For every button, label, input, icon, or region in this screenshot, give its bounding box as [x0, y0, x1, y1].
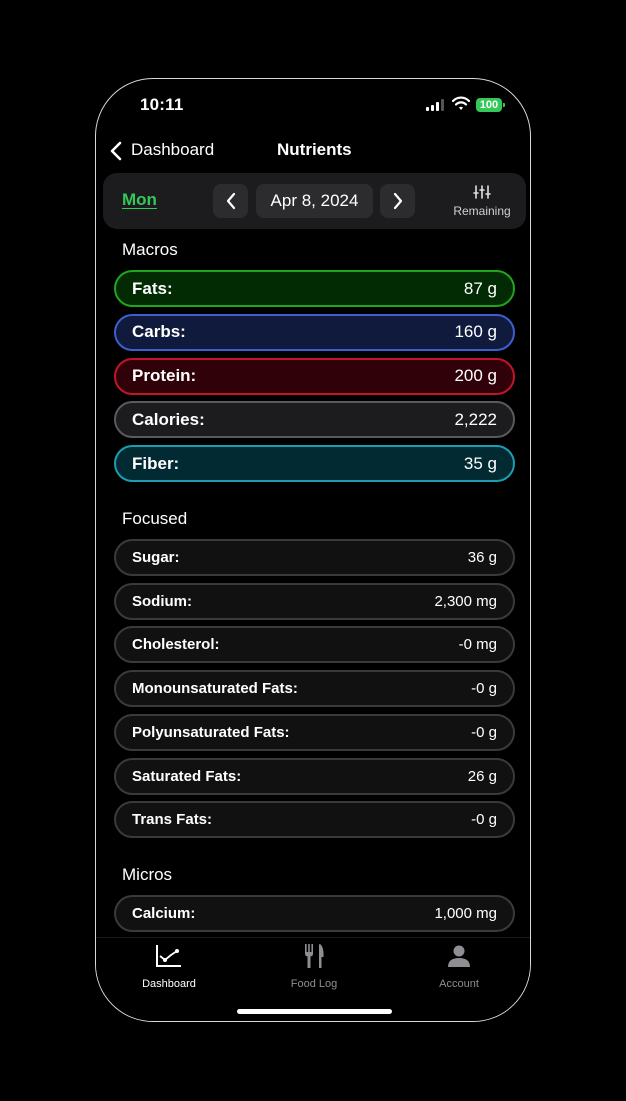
nutrient-label: Saturated Fats: [132, 767, 242, 785]
fork-knife-icon [305, 944, 324, 968]
phone-frame: 10:11 100 Dashboard Nutrients Mon Apr 8,… [95, 78, 531, 1022]
micros-heading: Micros [122, 865, 173, 884]
nutrient-value: 36 g [467, 549, 497, 566]
nutrient-value: -0 mg [458, 636, 497, 654]
sliders-icon[interactable] [473, 185, 491, 199]
nutrient-label: Polyunsaturated Fats: [132, 723, 290, 741]
nutrient-label: Calories: [132, 409, 205, 429]
nutrient-row[interactable]: Fats: 87 g [114, 270, 515, 307]
nutrient-value: 35 g [463, 453, 497, 473]
nutrient-value: 160 g [454, 322, 497, 342]
signal-icon [426, 99, 446, 111]
home-indicator[interactable] [237, 1009, 392, 1014]
nutrient-row[interactable]: Trans Fats: -0 g [114, 801, 515, 839]
nutrient-value: -0 g [471, 811, 497, 829]
nutrient-label: Calcium: [132, 905, 196, 922]
nutrient-row[interactable]: Sugar: 36 g [114, 539, 515, 576]
nutrient-row[interactable]: Polyunsaturated Fats: -0 g [114, 713, 515, 751]
date-button[interactable]: Apr 8, 2024 [256, 184, 373, 218]
nutrient-value: 2,300 mg [434, 592, 497, 610]
tab-dashboard[interactable]: Dashboard [124, 943, 214, 990]
nutrient-row[interactable]: Sodium: 2,300 mg [114, 582, 515, 620]
wifi-icon [451, 96, 471, 111]
prev-day-button[interactable] [213, 184, 248, 218]
nutrient-label: Fiber: [132, 453, 180, 473]
nutrient-label: Cholesterol: [132, 636, 220, 654]
nutrient-value: 1,000 mg [434, 905, 497, 922]
nutrient-row[interactable]: Calories: 2,222 [114, 401, 515, 439]
nutrient-row[interactable]: Calcium: 1,000 mg [114, 895, 515, 932]
nutrient-label: Sugar: [132, 549, 180, 566]
tab-food-log[interactable]: Food Log [269, 943, 359, 990]
nutrient-label: Protein: [132, 366, 197, 386]
next-day-button[interactable] [380, 184, 415, 218]
tab-label: Dashboard [142, 978, 196, 990]
back-chevron-icon[interactable] [109, 141, 123, 161]
nutrient-value: -0 g [471, 680, 497, 698]
tab-label: Account [439, 978, 479, 990]
nutrient-row[interactable]: Carbs: 160 g [114, 313, 515, 351]
nutrient-label: Fats: [132, 278, 173, 298]
nutrient-value: 87 g [463, 278, 497, 298]
nutrient-label: Carbs: [132, 322, 186, 342]
day-link[interactable]: Mon [122, 190, 157, 210]
battery-tip [503, 103, 505, 107]
battery-icon: 100 [476, 98, 502, 112]
nutrient-row[interactable]: Cholesterol: -0 mg [114, 626, 515, 664]
back-button[interactable]: Dashboard [131, 140, 214, 160]
nutrient-row[interactable]: Monounsaturated Fats: -0 g [114, 670, 515, 708]
macros-heading: Macros [122, 240, 178, 259]
nutrient-value: -0 g [471, 723, 497, 741]
nutrient-row[interactable]: Saturated Fats: 26 g [114, 757, 515, 795]
nutrient-value: 26 g [467, 767, 497, 785]
person-icon [448, 945, 470, 967]
chart-line-icon [156, 945, 181, 967]
chevron-left-icon [226, 192, 235, 210]
page-title: Nutrients [277, 140, 352, 159]
focused-heading: Focused [122, 509, 188, 528]
nutrient-row[interactable]: Protein: 200 g [114, 357, 515, 395]
nutrient-value: 200 g [454, 366, 497, 386]
nutrient-row[interactable]: Fiber: 35 g [114, 445, 515, 483]
tab-account[interactable]: Account [414, 943, 504, 990]
nutrient-label: Trans Fats: [132, 811, 213, 829]
tab-bar-divider [96, 937, 530, 938]
nutrient-label: Sodium: [132, 592, 192, 610]
status-time: 10:11 [140, 95, 184, 114]
nutrient-value: 2,222 [454, 409, 497, 429]
nutrient-label: Monounsaturated Fats: [132, 680, 298, 698]
chevron-right-icon [393, 192, 402, 210]
tab-label: Food Log [290, 978, 338, 990]
remaining-toggle[interactable]: Remaining [452, 204, 512, 218]
